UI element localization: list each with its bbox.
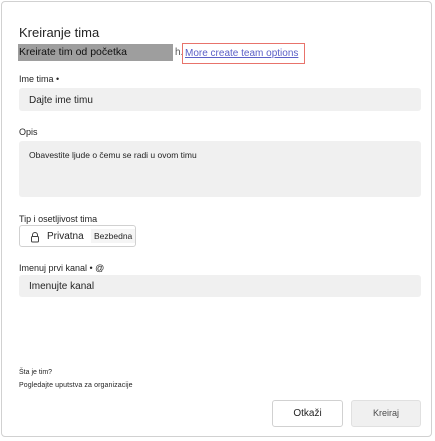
description-textarea[interactable]: Obavestite ljude o čemu se radi u ovom t…: [19, 141, 421, 197]
privacy-sensitivity-selector[interactable]: Privatna Bezbedna: [19, 225, 136, 247]
description-placeholder: Obavestite ljude o čemu se radi u ovom t…: [29, 150, 197, 160]
first-channel-label: Imenuj prvi kanal • @: [19, 263, 105, 273]
team-type-label: Tip i osetljivost tima: [19, 214, 98, 224]
team-name-label: Ime tima •: [19, 74, 60, 84]
dialog-title: Kreiranje tima: [19, 25, 100, 40]
lock-icon: [29, 230, 41, 243]
team-name-input[interactable]: Dajte ime timu: [19, 88, 421, 111]
sensitivity-badge: Bezbedna: [91, 229, 136, 243]
privacy-value: Privatna: [47, 231, 84, 242]
description-label: Opis: [19, 127, 38, 137]
what-is-team-text: Šta je tim?: [19, 369, 53, 376]
first-channel-placeholder: Imenujte kanal: [29, 281, 95, 292]
create-button[interactable]: Kreiraj: [351, 400, 421, 427]
subtitle-text: Kreirate tim od početka: [19, 46, 127, 58]
first-channel-input[interactable]: Imenujte kanal: [19, 275, 421, 297]
org-guidelines-link[interactable]: Pogledajte uputstva za organizacije: [19, 382, 133, 389]
create-team-dialog: Kreiranje tima Kreirate tim od početka h…: [1, 1, 432, 437]
team-name-placeholder: Dajte ime timu: [29, 95, 93, 106]
more-create-team-options-link[interactable]: More create team options: [182, 43, 305, 64]
cancel-button[interactable]: Otkaži: [272, 400, 343, 427]
